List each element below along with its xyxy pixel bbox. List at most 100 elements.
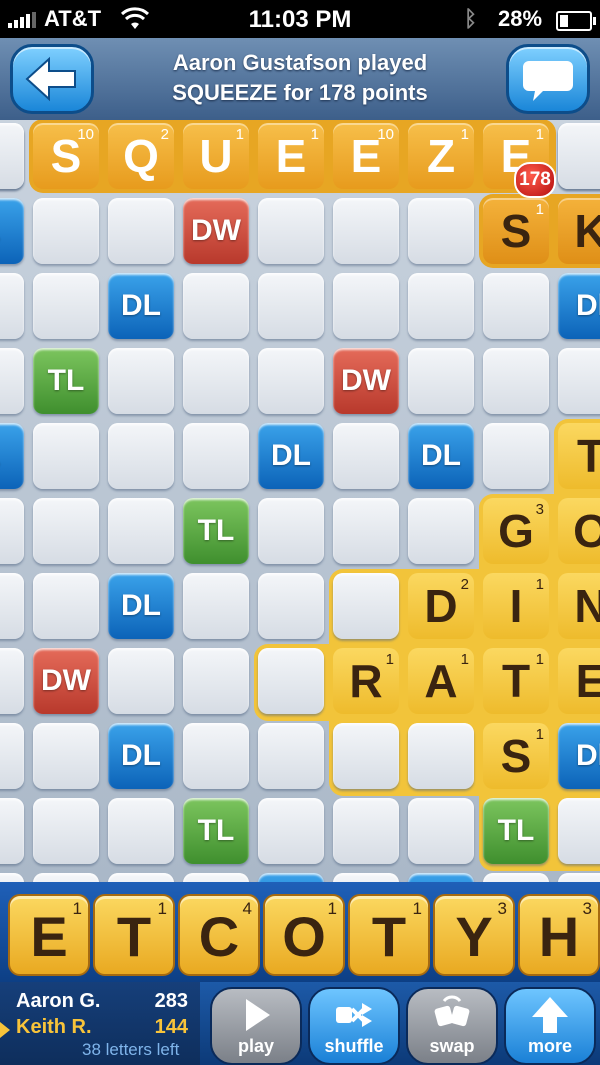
- board-cell[interactable]: [333, 198, 399, 264]
- bonus-square-dw[interactable]: DW: [183, 198, 249, 264]
- board-cell[interactable]: [183, 648, 249, 714]
- board-cell[interactable]: [408, 348, 474, 414]
- board-cell[interactable]: [558, 798, 600, 864]
- board-cell[interactable]: [33, 573, 99, 639]
- board-cell[interactable]: [0, 648, 24, 714]
- board-cell[interactable]: [258, 348, 324, 414]
- board-cell[interactable]: [108, 648, 174, 714]
- board-cell[interactable]: [0, 273, 24, 339]
- rack-tile[interactable]: E1: [8, 894, 90, 976]
- board-cell[interactable]: [333, 498, 399, 564]
- tile-letter: E: [575, 655, 600, 707]
- board-cell[interactable]: [33, 798, 99, 864]
- board-cell[interactable]: [108, 798, 174, 864]
- board-cell[interactable]: [408, 798, 474, 864]
- board-cell[interactable]: [33, 198, 99, 264]
- rack-tile[interactable]: T1: [348, 894, 430, 976]
- board-cell[interactable]: [0, 498, 24, 564]
- board-cell[interactable]: [258, 498, 324, 564]
- bonus-square-dl[interactable]: DL: [108, 573, 174, 639]
- bonus-square-dl[interactable]: L: [0, 198, 24, 264]
- board-cell[interactable]: [408, 498, 474, 564]
- bonus-square-dw[interactable]: DW: [33, 648, 99, 714]
- board-cell[interactable]: [108, 873, 174, 882]
- bonus-square-dl[interactable]: Dl: [558, 273, 600, 339]
- bonus-square-tl[interactable]: TL: [33, 348, 99, 414]
- board-cell[interactable]: [333, 873, 399, 882]
- board-cell[interactable]: [258, 273, 324, 339]
- board-cell[interactable]: [483, 873, 549, 882]
- board-cell[interactable]: [108, 198, 174, 264]
- status-bar: AT&T 11:03 PM ᛒ 28%: [0, 0, 600, 38]
- game-board[interactable]: LDWDLDlTLDWLDLDLTLDLDWDLDlTLTLS10Q2U1E1E…: [0, 120, 600, 882]
- play-button[interactable]: play: [210, 987, 302, 1065]
- shuffle-button[interactable]: shuffle: [308, 987, 400, 1065]
- board-cell[interactable]: [258, 198, 324, 264]
- bonus-square-dl[interactable]: DL: [108, 273, 174, 339]
- board-cell[interactable]: [183, 273, 249, 339]
- board-cell[interactable]: [0, 873, 24, 882]
- board-cell[interactable]: [558, 348, 600, 414]
- board-cell[interactable]: [258, 798, 324, 864]
- bonus-square-dl[interactable]: DL: [258, 423, 324, 489]
- board-cell[interactable]: [408, 723, 474, 789]
- board-cell[interactable]: [258, 723, 324, 789]
- bonus-square-tl[interactable]: TL: [483, 798, 549, 864]
- bonus-square-dw[interactable]: DW: [333, 348, 399, 414]
- rack-tile[interactable]: T1: [93, 894, 175, 976]
- rack-tile[interactable]: Y3: [433, 894, 515, 976]
- board-cell[interactable]: [183, 348, 249, 414]
- board-cell[interactable]: [33, 423, 99, 489]
- board-cell[interactable]: [333, 798, 399, 864]
- board-cell[interactable]: [483, 348, 549, 414]
- bonus-square-tl[interactable]: TL: [183, 798, 249, 864]
- rack-tile[interactable]: O1: [263, 894, 345, 976]
- rack-tile-points: 1: [72, 899, 82, 918]
- bonus-square-dl[interactable]: Dl: [558, 723, 600, 789]
- back-button[interactable]: [10, 44, 94, 114]
- board-cell[interactable]: [258, 648, 324, 714]
- board-cell[interactable]: [108, 423, 174, 489]
- scoreboard[interactable]: Aaron G. 283 Keith R. 144 38 letters lef…: [0, 982, 200, 1065]
- board-cell[interactable]: [0, 723, 24, 789]
- board-cell[interactable]: [333, 573, 399, 639]
- board-cell[interactable]: [183, 423, 249, 489]
- bonus-square-dl[interactable]: L: [0, 423, 24, 489]
- board-cell[interactable]: [33, 498, 99, 564]
- chat-button[interactable]: [506, 44, 590, 114]
- bonus-square-tl[interactable]: TL: [183, 498, 249, 564]
- board-cell[interactable]: [408, 273, 474, 339]
- board-cell[interactable]: [33, 273, 99, 339]
- rack-tile[interactable]: H3: [518, 894, 600, 976]
- bonus-square-dl[interactable]: [258, 873, 324, 882]
- tile-points: 1: [535, 726, 544, 743]
- swap-button[interactable]: swap: [406, 987, 498, 1065]
- board-cell[interactable]: [108, 348, 174, 414]
- more-button[interactable]: more: [504, 987, 596, 1065]
- board-cell[interactable]: [0, 348, 24, 414]
- board-cell[interactable]: [258, 573, 324, 639]
- board-cell[interactable]: [33, 723, 99, 789]
- board-cell[interactable]: [108, 498, 174, 564]
- board-cell[interactable]: [333, 423, 399, 489]
- play-score-badge: 178: [514, 162, 556, 198]
- bonus-square-dl[interactable]: DL: [408, 423, 474, 489]
- bonus-square-dl[interactable]: DL: [108, 723, 174, 789]
- board-cell[interactable]: [0, 123, 24, 189]
- board-cell[interactable]: [183, 723, 249, 789]
- board-cell[interactable]: [558, 873, 600, 882]
- board-cell[interactable]: [483, 273, 549, 339]
- board-cell[interactable]: [0, 798, 24, 864]
- board-cell[interactable]: [408, 198, 474, 264]
- board-cell[interactable]: [558, 123, 600, 189]
- board-cell[interactable]: [183, 573, 249, 639]
- board-cell[interactable]: [333, 723, 399, 789]
- rack-tile[interactable]: C4: [178, 894, 260, 976]
- board-cell[interactable]: [33, 873, 99, 882]
- bottom-bar: Aaron G. 283 Keith R. 144 38 letters lef…: [0, 982, 600, 1065]
- board-cell[interactable]: [0, 573, 24, 639]
- bonus-square-dl[interactable]: [408, 873, 474, 882]
- board-cell[interactable]: [183, 873, 249, 882]
- board-cell[interactable]: [483, 423, 549, 489]
- board-cell[interactable]: [333, 273, 399, 339]
